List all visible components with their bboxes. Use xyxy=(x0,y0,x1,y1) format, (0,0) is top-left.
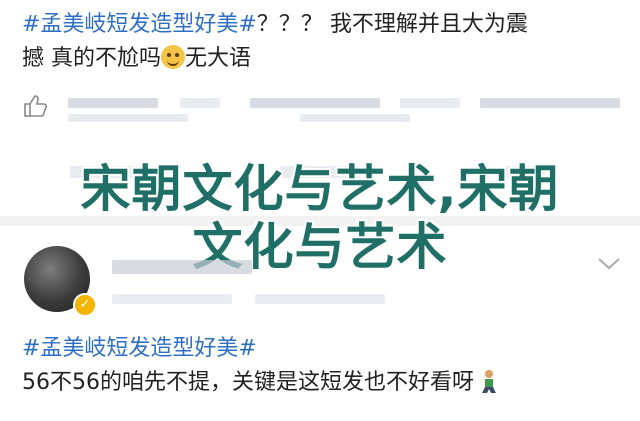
overlay-title: 宋朝文化与艺术,宋朝 文化与艺术 xyxy=(10,160,630,276)
post-text-segment: 56不56的咱先不提，关键是这短发也不好看呀 xyxy=(22,370,474,395)
blurred-username[interactable] xyxy=(112,260,252,274)
post-text-1: #孟美岐短发造型好美#？？？ 我不理解并且大为震 撼 真的不尬吗 无大语 xyxy=(22,8,622,76)
blurred-content xyxy=(68,98,158,108)
blurred-content xyxy=(112,294,232,304)
hashtag-link[interactable]: #孟美岐短发造型好美# xyxy=(22,12,257,37)
blurred-content xyxy=(300,114,410,122)
post-text-segment: 无大语 xyxy=(185,46,252,71)
blurred-content xyxy=(68,114,188,122)
thumbs-up-icon[interactable] xyxy=(22,93,48,119)
blurred-content xyxy=(400,98,460,108)
blurred-content xyxy=(480,98,620,108)
kneeling-person-icon xyxy=(478,369,500,395)
blurred-content xyxy=(250,98,380,108)
post-text-2: #孟美岐短发造型好美# 56不56的咱先不提，关键是这短发也不好看呀 xyxy=(22,332,622,400)
blurred-content xyxy=(180,98,220,108)
hashtag-link[interactable]: #孟美岐短发造型好美# xyxy=(22,336,257,361)
chevron-down-icon[interactable] xyxy=(596,252,622,274)
overlay-title-line: 宋朝文化与艺术,宋朝 xyxy=(80,160,560,218)
post-text-segment: 撼 真的不尬吗 xyxy=(22,46,161,71)
post-text-segment: ？？？ 我不理解并且大为震 xyxy=(256,12,528,37)
verified-badge-icon: ✓ xyxy=(73,293,97,317)
grinning-emoji-icon xyxy=(161,45,185,69)
blurred-content xyxy=(255,294,385,304)
